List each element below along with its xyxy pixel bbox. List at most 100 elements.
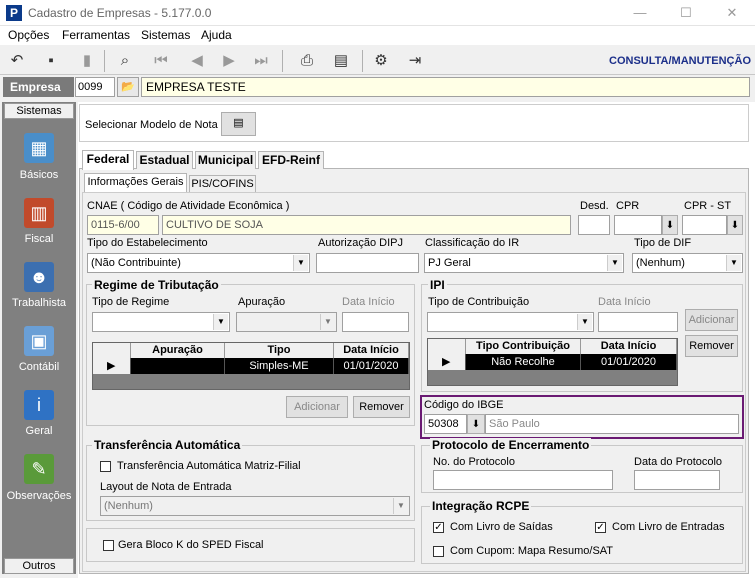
tab-informacoes-gerais[interactable]: Informações Gerais bbox=[84, 173, 187, 193]
search-icon[interactable]: ⌕ bbox=[114, 50, 136, 72]
modelo-button[interactable]: ▤ bbox=[221, 112, 256, 136]
cnae-code-field[interactable]: 0115-6/00 bbox=[87, 215, 159, 235]
modelo-label: Selecionar Modelo de Nota bbox=[85, 119, 218, 131]
class-ir-label: Classificação do IR bbox=[425, 237, 520, 249]
transf-check-label: Transferência Automática Matriz-Filial bbox=[117, 460, 301, 472]
tools-icon[interactable]: ⚙ bbox=[370, 50, 392, 72]
cpr-download-icon[interactable]: ⬇ bbox=[662, 215, 678, 235]
rcpe-entradas-checkbox[interactable]: ✓ bbox=[595, 522, 606, 533]
chevron-down-icon: ▼ bbox=[213, 314, 228, 330]
first-record-icon[interactable]: ⏮ bbox=[150, 50, 172, 72]
cpr-label: CPR bbox=[616, 200, 640, 212]
ipi-remove-button[interactable]: Remover bbox=[685, 335, 738, 357]
ipi-title: IPI bbox=[428, 278, 447, 292]
grid-header: Apuração bbox=[131, 343, 225, 358]
ipi-tipo-select[interactable]: ▼ bbox=[427, 312, 594, 332]
cpr-st-field[interactable] bbox=[682, 215, 727, 235]
tab-efd-reinf[interactable]: EFD-Reinf bbox=[258, 151, 324, 169]
tab-pis-cofins[interactable]: PIS/COFINS bbox=[189, 175, 256, 193]
open-folder-icon[interactable]: 📂 bbox=[117, 77, 139, 97]
desd-field[interactable] bbox=[578, 215, 610, 235]
grid-cell[interactable]: 01/01/2020 bbox=[581, 354, 677, 370]
ipi-data-field[interactable] bbox=[598, 312, 678, 332]
menu-ajuda[interactable]: Ajuda bbox=[201, 28, 232, 42]
maximize-button[interactable]: ☐ bbox=[663, 0, 709, 26]
sidebar-header[interactable]: Sistemas bbox=[4, 103, 74, 119]
protocolo-no-field[interactable] bbox=[433, 470, 613, 490]
rcpe-title: Integração RCPE bbox=[430, 499, 532, 513]
ipi-grid[interactable]: Tipo Contribuição Data Início ▶ Não Reco… bbox=[427, 338, 678, 386]
sidebar-item-trabalhista[interactable]: ☻ Trabalhista bbox=[4, 262, 74, 309]
cpr-st-download-icon[interactable]: ⬇ bbox=[727, 215, 743, 235]
aut-dipj-label: Autorização DIPJ bbox=[318, 237, 403, 249]
menu-opcoes[interactable]: Opções bbox=[8, 28, 49, 42]
previous-record-icon[interactable]: ◀ bbox=[186, 50, 208, 72]
ibge-label: Código do IBGE bbox=[424, 399, 504, 411]
ipi-add-button[interactable]: Adicionar bbox=[685, 309, 738, 331]
rcpe-cupom-checkbox[interactable] bbox=[433, 546, 444, 557]
toolbar-separator bbox=[362, 50, 363, 72]
tipo-estab-select[interactable]: (Não Contribuinte) ▼ bbox=[87, 253, 310, 273]
grid-header: Data Início bbox=[581, 339, 677, 354]
tab-federal[interactable]: Federal bbox=[82, 150, 134, 170]
grid-cell[interactable]: Simples-ME bbox=[225, 358, 334, 374]
sidebar-footer[interactable]: Outros bbox=[4, 558, 74, 574]
menu-sistemas[interactable]: Sistemas bbox=[141, 28, 190, 42]
cpr-field[interactable] bbox=[614, 215, 662, 235]
document-icon[interactable]: ▮ bbox=[76, 50, 98, 72]
print-icon[interactable]: ⎙ bbox=[296, 50, 318, 72]
chevron-down-icon: ▼ bbox=[607, 255, 622, 271]
regime-add-button[interactable]: Adicionar bbox=[286, 396, 348, 418]
sidebar-item-basicos[interactable]: ▦ Básicos bbox=[4, 133, 74, 181]
layout-select[interactable]: (Nenhum) ▼ bbox=[100, 496, 410, 516]
chevron-down-icon: ▼ bbox=[726, 255, 741, 271]
grid-cell[interactable]: Não Recolhe bbox=[466, 354, 581, 370]
transf-checkbox[interactable] bbox=[100, 461, 111, 472]
sidebar-item-label: Observações bbox=[6, 490, 72, 502]
app-icon: P bbox=[6, 5, 22, 21]
tab-municipal[interactable]: Municipal bbox=[195, 151, 256, 169]
regime-apuracao-select[interactable]: ▼ bbox=[236, 312, 337, 332]
empresa-code-field[interactable]: 0099 bbox=[75, 77, 115, 97]
tab-estadual[interactable]: Estadual bbox=[136, 151, 193, 169]
regime-remove-button[interactable]: Remover bbox=[353, 396, 410, 418]
sidebar-item-observacoes[interactable]: ✎ Observações bbox=[4, 454, 74, 502]
sidebar-item-fiscal[interactable]: ▥ Fiscal bbox=[4, 198, 74, 245]
next-record-icon[interactable]: ▶ bbox=[218, 50, 240, 72]
protocolo-data-label: Data do Protocolo bbox=[634, 456, 723, 468]
cnae-description-field[interactable]: CULTIVO DE SOJA bbox=[162, 215, 571, 235]
empresa-name-field[interactable]: EMPRESA TESTE bbox=[141, 77, 750, 97]
class-ir-select[interactable]: PJ Geral ▼ bbox=[424, 253, 624, 273]
tipo-dif-select[interactable]: (Nenhum) ▼ bbox=[632, 253, 743, 273]
report-icon[interactable]: ▤ bbox=[330, 50, 352, 72]
protocolo-data-field[interactable] bbox=[634, 470, 720, 490]
regime-data-field[interactable] bbox=[342, 312, 409, 332]
menu-ferramentas[interactable]: Ferramentas bbox=[62, 28, 130, 42]
ibge-city-field[interactable]: São Paulo bbox=[485, 414, 739, 434]
cnae-label: CNAE ( Código de Atividade Econômica ) bbox=[87, 200, 290, 212]
aut-dipj-field[interactable] bbox=[316, 253, 419, 273]
regime-title: Regime de Tributação bbox=[92, 278, 221, 292]
contabil-icon: ▣ bbox=[24, 326, 54, 356]
undo-icon[interactable]: ↶ bbox=[6, 50, 28, 72]
bloco-k-checkbox[interactable] bbox=[103, 540, 114, 551]
bloco-k-label: Gera Bloco K do SPED Fiscal bbox=[118, 539, 264, 551]
minimize-button[interactable]: — bbox=[617, 0, 663, 26]
last-record-icon[interactable]: ⏭ bbox=[250, 50, 272, 72]
grid-cell[interactable] bbox=[131, 358, 225, 374]
close-button[interactable]: ✕ bbox=[709, 0, 755, 26]
grid-cell[interactable]: 01/01/2020 bbox=[334, 358, 409, 374]
protocolo-title: Protocolo de Encerramento bbox=[430, 438, 592, 452]
toolbar-separator bbox=[104, 50, 105, 72]
rcpe-saidas-checkbox[interactable]: ✓ bbox=[433, 522, 444, 533]
sidebar-item-contabil[interactable]: ▣ Contábil bbox=[4, 326, 74, 373]
exit-icon[interactable]: ⇥ bbox=[404, 50, 426, 72]
ibge-download-icon[interactable]: ⬇ bbox=[467, 414, 485, 434]
ibge-code-field[interactable]: 50308 bbox=[424, 414, 467, 434]
regime-grid[interactable]: Apuração Tipo Data Início ▶ Simples-ME 0… bbox=[92, 342, 410, 390]
sidebar-item-geral[interactable]: i Geral bbox=[4, 390, 74, 437]
regime-tipo-select[interactable]: ▼ bbox=[92, 312, 230, 332]
grid-header: Data Início bbox=[334, 343, 409, 358]
save-icon[interactable]: ▪ bbox=[40, 50, 62, 72]
observacoes-icon: ✎ bbox=[24, 454, 54, 484]
